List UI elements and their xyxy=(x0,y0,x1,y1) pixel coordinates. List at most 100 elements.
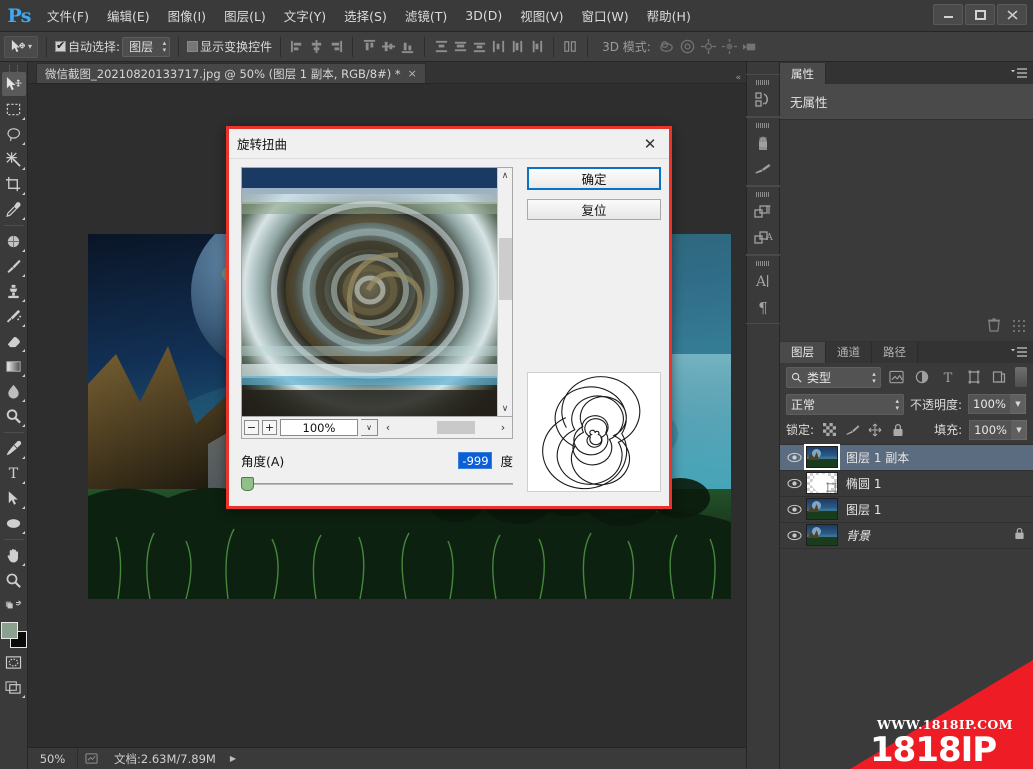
character-styles-panel-icon[interactable]: A xyxy=(750,225,776,251)
dock-grip-icon[interactable] xyxy=(756,261,770,266)
preview-zoom-value[interactable]: 100% xyxy=(280,419,358,436)
scroll-left-icon[interactable]: ‹ xyxy=(381,421,395,434)
menu-filter[interactable]: 滤镜(T) xyxy=(396,1,456,30)
blend-mode-dropdown[interactable]: 正常 ▴ ▾ xyxy=(786,393,904,415)
tool-blur[interactable] xyxy=(2,379,26,403)
delete-icon[interactable] xyxy=(987,317,1001,335)
mode3d-roll-icon[interactable] xyxy=(678,37,697,56)
tool-eyedropper[interactable] xyxy=(2,197,26,221)
tool-type[interactable]: T xyxy=(2,461,26,485)
distribute-bottom-edges-icon[interactable] xyxy=(471,38,488,55)
layer-row-0[interactable]: 图层 1 副本 xyxy=(780,444,1033,471)
filter-type-layers-icon[interactable]: T xyxy=(938,367,958,387)
menu-select[interactable]: 选择(S) xyxy=(335,1,396,30)
menu-image[interactable]: 图像(I) xyxy=(159,1,215,30)
minimize-icon[interactable] xyxy=(933,4,963,25)
fill-value[interactable]: 100% xyxy=(969,419,1012,440)
tool-eraser[interactable] xyxy=(2,329,26,353)
layer-name[interactable]: 图层 1 副本 xyxy=(846,449,909,466)
align-horizontal-centers-icon[interactable] xyxy=(308,38,325,55)
layer-filter-dropdown[interactable]: 类型 ▴ ▾ xyxy=(786,366,881,388)
distribute-top-edges-icon[interactable] xyxy=(433,38,450,55)
dock-grip-icon[interactable] xyxy=(756,192,770,197)
chevron-down-icon[interactable]: ∨ xyxy=(361,419,378,436)
tab-paths[interactable]: 路径 xyxy=(872,341,918,363)
menu-view[interactable]: 视图(V) xyxy=(511,1,572,30)
tool-rectangular-marquee[interactable] xyxy=(2,97,26,121)
tool-move[interactable] xyxy=(1,72,26,96)
tool-dodge[interactable] xyxy=(2,404,26,428)
opacity-dropdown-icon[interactable]: ▼ xyxy=(1010,394,1026,414)
filter-preview-image[interactable] xyxy=(242,168,497,416)
align-top-edges-icon[interactable] xyxy=(361,38,378,55)
foreground-color-swatch[interactable] xyxy=(0,622,18,639)
grid-icon[interactable] xyxy=(1013,319,1025,335)
filter-preview[interactable]: ∧ ∨ xyxy=(241,167,513,417)
tool-brush[interactable] xyxy=(2,254,26,278)
zoom-out-button[interactable]: − xyxy=(244,420,259,435)
scroll-up-icon[interactable]: ∧ xyxy=(498,168,512,183)
layer-thumbnail[interactable] xyxy=(806,524,838,546)
auto-select-scope-dropdown[interactable]: 图层 ▴ ▾ xyxy=(122,36,171,57)
auto-select-checkbox[interactable] xyxy=(55,39,67,52)
preview-vertical-scrollbar[interactable]: ∧ ∨ xyxy=(497,168,512,416)
collapse-panels-icon[interactable]: « xyxy=(730,73,746,83)
tab-properties[interactable]: 属性 xyxy=(780,63,826,84)
brush-panel-icon[interactable] xyxy=(750,156,776,182)
tool-spot-healing-brush[interactable] xyxy=(2,229,26,253)
filter-shape-layers-icon[interactable] xyxy=(964,367,984,387)
opacity-control[interactable]: 100% ▼ xyxy=(968,394,1026,414)
tool-lasso[interactable] xyxy=(2,122,26,146)
tool-ellipse-shape[interactable] xyxy=(2,511,26,535)
align-bottom-edges-icon[interactable] xyxy=(399,38,416,55)
menu-edit[interactable]: 编辑(E) xyxy=(98,1,159,30)
ok-button[interactable]: 确定 xyxy=(527,167,661,190)
layer-name[interactable]: 椭圆 1 xyxy=(846,475,881,492)
filter-adjustment-layers-icon[interactable] xyxy=(912,367,932,387)
hscroll-track[interactable] xyxy=(395,420,496,435)
filter-pixel-layers-icon[interactable] xyxy=(887,367,907,387)
document-tab[interactable]: 微信截图_20210820133717.jpg @ 50% (图层 1 副本, … xyxy=(36,63,426,83)
distribute-horizontal-centers-icon[interactable] xyxy=(509,38,526,55)
quick-mask-icon[interactable] xyxy=(2,650,26,674)
tool-zoom[interactable] xyxy=(2,568,26,592)
tool-edit-toolbar-icon[interactable] xyxy=(2,593,26,617)
filter-smart-objects-icon[interactable] xyxy=(990,367,1010,387)
tool-crop[interactable] xyxy=(2,172,26,196)
mode3d-camera-icon[interactable] xyxy=(741,37,760,56)
layers-panel-menu-icon[interactable] xyxy=(1005,342,1033,363)
menu-type[interactable]: 文字(Y) xyxy=(275,1,335,30)
menu-3d[interactable]: 3D(D) xyxy=(456,3,511,28)
tool-gradient[interactable] xyxy=(2,354,26,378)
lock-position-icon[interactable] xyxy=(867,422,883,438)
close-icon[interactable] xyxy=(997,4,1027,25)
current-tool-move-icon[interactable]: ▾ xyxy=(4,35,39,58)
layer-visibility-icon[interactable] xyxy=(782,478,806,489)
brush-presets-panel-icon[interactable] xyxy=(750,130,776,156)
toolbox-grip[interactable]: ⋮⋮ xyxy=(6,64,22,73)
hscroll-thumb[interactable] xyxy=(437,421,476,434)
tool-hand[interactable] xyxy=(2,543,26,567)
layer-name[interactable]: 图层 1 xyxy=(846,501,881,518)
scroll-down-icon[interactable]: ∨ xyxy=(498,401,512,416)
dock-grip-icon[interactable] xyxy=(756,80,770,85)
menu-help[interactable]: 帮助(H) xyxy=(638,1,700,30)
layer-visibility-icon[interactable] xyxy=(782,530,806,541)
layer-name[interactable]: 背景 xyxy=(846,527,870,544)
close-icon[interactable]: × xyxy=(408,67,417,80)
tab-layers[interactable]: 图层 xyxy=(780,341,826,363)
menu-window[interactable]: 窗口(W) xyxy=(573,1,638,30)
paragraph-panel-icon[interactable]: ¶ xyxy=(750,294,776,320)
fill-dropdown-icon[interactable]: ▼ xyxy=(1012,419,1027,440)
auto-align-layers-icon[interactable] xyxy=(562,38,579,55)
lock-all-icon[interactable] xyxy=(890,422,906,438)
mode3d-slide-icon[interactable] xyxy=(720,37,739,56)
status-expand-icon[interactable]: ▶ xyxy=(230,754,236,763)
layer-row-3[interactable]: 背景 xyxy=(780,523,1033,549)
lock-image-pixels-icon[interactable] xyxy=(844,422,860,438)
preview-scroll-thumb[interactable] xyxy=(499,238,512,300)
align-vertical-centers-icon[interactable] xyxy=(380,38,397,55)
character-panel-icon[interactable]: A xyxy=(750,268,776,294)
tab-channels[interactable]: 通道 xyxy=(826,341,872,363)
status-preview-icon[interactable] xyxy=(78,752,104,765)
